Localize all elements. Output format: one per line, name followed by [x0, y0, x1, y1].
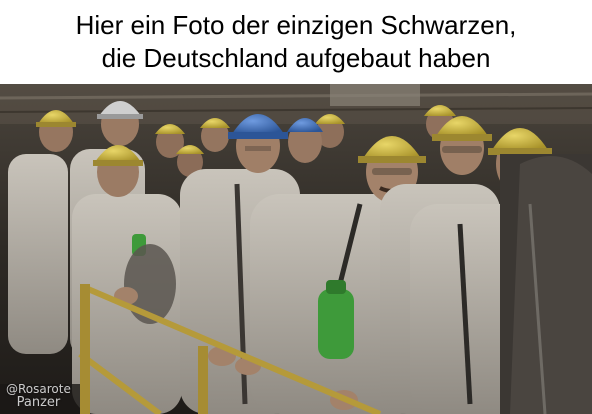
miners-photo-illustration: [0, 84, 592, 414]
green-bottle: [318, 289, 354, 359]
watermark-line-2: Panzer: [16, 395, 61, 410]
watermark: @Rosarote Panzer: [6, 382, 71, 410]
miner-far-right-dark-coat: [500, 154, 592, 414]
watermark-line-1: @Rosarote: [6, 382, 71, 396]
meme-caption: Hier ein Foto der einzigen Schwarzen, di…: [0, 0, 592, 84]
tunnel-ceiling: [0, 84, 592, 124]
caption-line-1: Hier ein Foto der einzigen Schwarzen,: [75, 10, 517, 40]
ceiling-duct: [330, 84, 420, 106]
caption-line-2: die Deutschland aufgebaut haben: [101, 43, 491, 73]
miners-photo: @Rosarote Panzer: [0, 84, 592, 414]
